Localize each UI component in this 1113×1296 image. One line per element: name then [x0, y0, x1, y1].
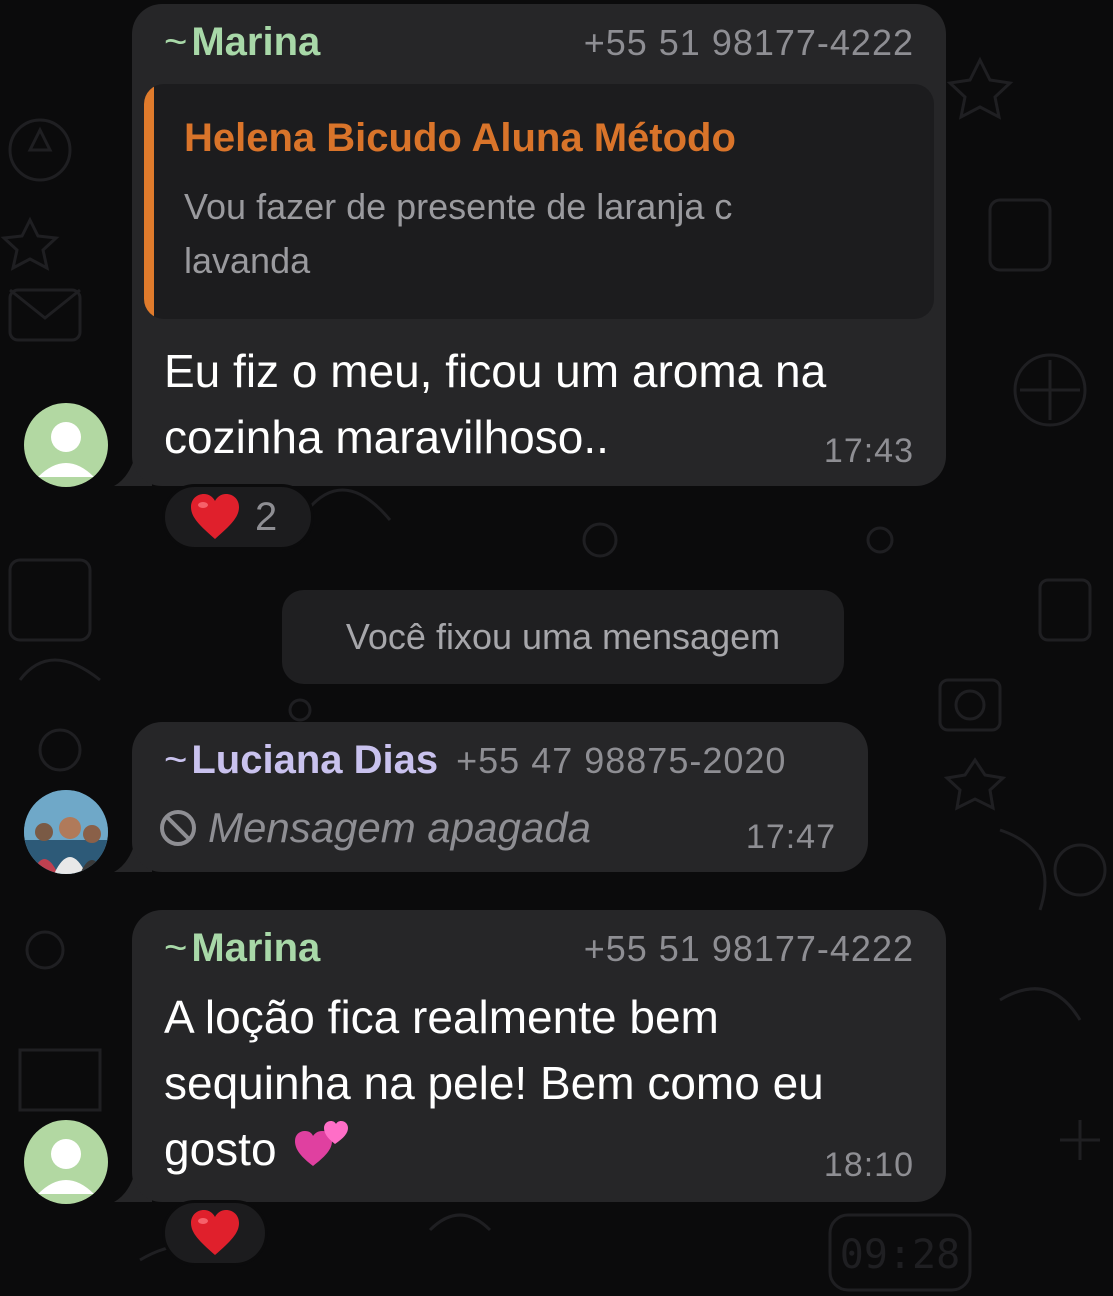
sender-name[interactable]: ~ Marina — [164, 20, 320, 65]
wallpaper-clock-text: 09:28 — [840, 1232, 960, 1278]
message-bubble[interactable]: ~ Marina +55 51 98177-4222 Helena Bicudo … — [132, 4, 946, 486]
sender-phone[interactable]: +55 51 98177-4222 — [584, 928, 914, 970]
avatar-placeholder[interactable] — [24, 403, 108, 487]
message-header: ~ Marina +55 51 98177-4222 — [164, 926, 914, 971]
message-header: ~ Luciana Dias +55 47 98875-2020 — [164, 738, 836, 783]
reaction-badge[interactable]: 2 — [162, 484, 314, 550]
message-text: Eu fiz o meu, ficou um aroma na cozinha … — [164, 345, 827, 463]
quote-accent-bar — [144, 84, 154, 319]
sender-phone[interactable]: +55 51 98177-4222 — [584, 22, 914, 64]
pinned-message-notice[interactable]: Você fixou uma mensagem — [282, 590, 844, 684]
message-header: ~ Marina +55 51 98177-4222 — [164, 20, 914, 65]
reaction-badge[interactable] — [162, 1200, 268, 1266]
person-icon — [38, 422, 94, 477]
message-time: 17:47 — [745, 818, 836, 856]
message-time: 17:43 — [823, 432, 914, 470]
group-photo-icon — [24, 790, 108, 874]
deleted-message: Mensagem apagada — [158, 804, 591, 852]
avatar-photo[interactable] — [24, 790, 108, 874]
prohibited-icon — [160, 810, 196, 846]
deleted-message-text: Mensagem apagada — [208, 804, 591, 851]
sender-name[interactable]: ~ Marina — [164, 926, 320, 971]
avatar-placeholder[interactable] — [24, 1120, 108, 1204]
quoted-author: Helena Bicudo Aluna Método — [184, 116, 736, 160]
quoted-text: Vou fazer de presente de laranja c lavan… — [184, 186, 733, 281]
sender-name[interactable]: ~ Luciana Dias — [164, 738, 438, 783]
sender-phone[interactable]: +55 47 98875-2020 — [456, 740, 786, 782]
two-hearts-icon — [294, 1121, 348, 1166]
reaction-count: 2 — [255, 494, 278, 539]
person-icon — [38, 1139, 94, 1194]
message-time: 18:10 — [823, 1146, 914, 1184]
message-bubble[interactable]: ~ Luciana Dias +55 47 98875-2020 Mensagem… — [132, 722, 868, 872]
heart-icon — [191, 1210, 239, 1255]
message-bubble[interactable]: ~ Marina +55 51 98177-4222 A loção fica r… — [132, 910, 946, 1202]
system-message-text: Você fixou uma mensagem — [345, 616, 781, 657]
message-text: A loção fica realmente bem sequinha na p… — [164, 991, 824, 1175]
heart-icon — [191, 494, 239, 539]
quoted-message[interactable]: Helena Bicudo Aluna Método Vou fazer de … — [144, 84, 934, 319]
